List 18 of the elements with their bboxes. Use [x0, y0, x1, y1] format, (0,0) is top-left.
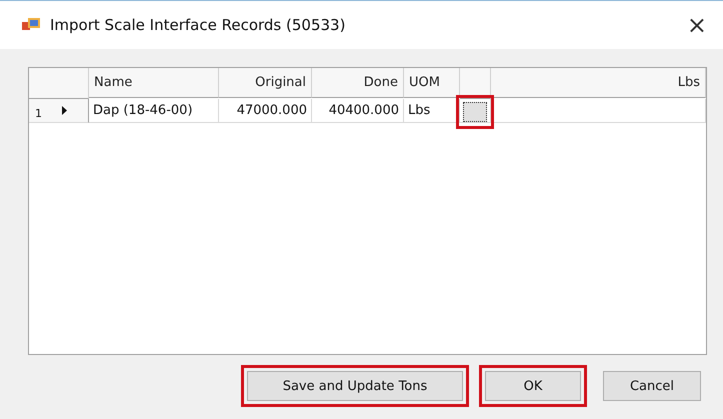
column-header[interactable]: Name: [89, 68, 219, 98]
column-header[interactable]: [460, 68, 491, 99]
table-cell: Lbs: [404, 99, 460, 123]
table-cell: Dap (18-46-00): [89, 99, 219, 123]
dialog-button[interactable]: OK: [479, 365, 587, 407]
cell-button[interactable]: [456, 95, 494, 129]
row-header[interactable]: 1: [29, 99, 89, 123]
column-header[interactable]: Lbs: [491, 68, 706, 98]
column-header[interactable]: Original: [219, 68, 312, 98]
window-icon: [22, 18, 40, 32]
table-cell: 47000.000: [219, 99, 312, 123]
window-title: Import Scale Interface Records (50533): [50, 16, 346, 34]
row-number: 1: [35, 107, 42, 120]
table-cell: 40400.000: [312, 99, 404, 123]
column-header[interactable]: Done: [312, 68, 404, 98]
dialog-button[interactable]: Save and Update Tons: [241, 365, 469, 407]
column-header[interactable]: UOM: [404, 68, 460, 98]
close-button[interactable]: ×: [682, 13, 711, 37]
